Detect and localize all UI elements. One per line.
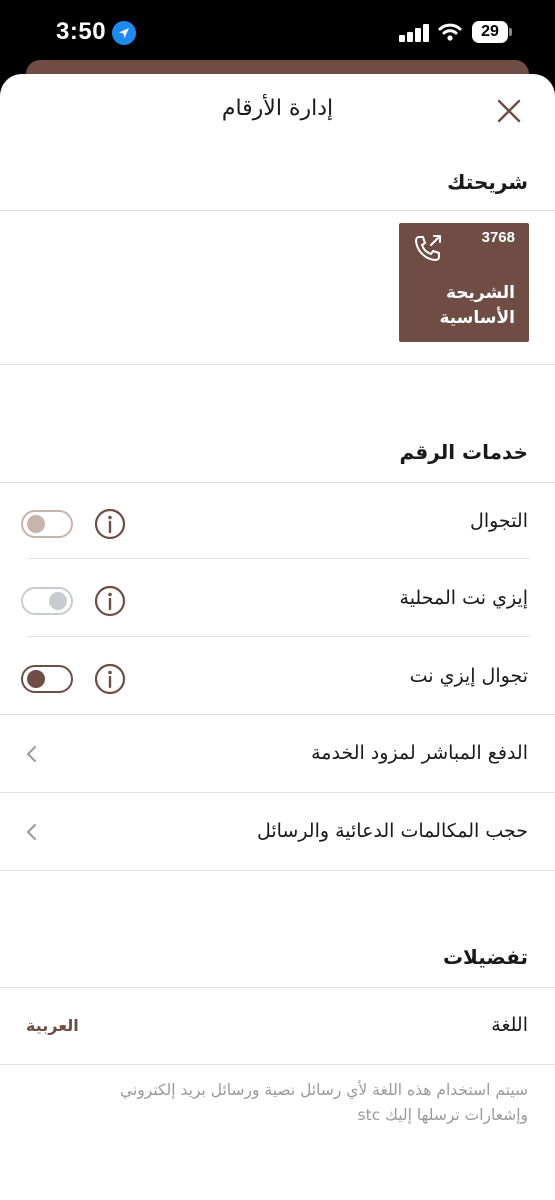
phone-forward-icon bbox=[415, 235, 441, 261]
roaming-label: التجوال bbox=[470, 510, 528, 532]
wifi-icon bbox=[438, 22, 462, 46]
battery-icon: 29 bbox=[472, 21, 512, 43]
divider bbox=[0, 1064, 555, 1065]
roaming-toggle[interactable] bbox=[21, 510, 73, 538]
info-icon[interactable] bbox=[94, 663, 126, 695]
language-label[interactable]: اللغة bbox=[491, 1014, 528, 1036]
close-button[interactable] bbox=[494, 96, 524, 126]
preferences-section-title: تفضيلات bbox=[442, 945, 528, 969]
battery-level: 29 bbox=[472, 21, 508, 43]
chevron-left-icon[interactable] bbox=[24, 822, 38, 842]
easynet-roaming-label: تجوال إيزي نت bbox=[409, 665, 528, 687]
cellular-signal-icon bbox=[399, 24, 431, 42]
services-section-title: خدمات الرقم bbox=[399, 440, 528, 464]
direct-billing-label[interactable]: الدفع المباشر لمزود الخدمة bbox=[311, 742, 528, 764]
divider bbox=[27, 558, 530, 559]
info-icon[interactable] bbox=[94, 508, 126, 540]
sim-label: الشريحة الأساسية bbox=[439, 283, 515, 328]
language-note: سيتم استخدام هذه اللغة لأي رسائل نصية ور… bbox=[120, 1081, 528, 1124]
divider bbox=[0, 987, 555, 988]
divider bbox=[0, 870, 555, 871]
info-icon[interactable] bbox=[94, 585, 126, 617]
manage-numbers-sheet: إدارة الأرقام شريحتك 3768 الشريحة الأساس… bbox=[0, 74, 555, 1200]
easynet-local-toggle[interactable] bbox=[21, 587, 73, 615]
location-arrow-icon bbox=[112, 21, 136, 45]
easynet-roaming-toggle[interactable] bbox=[21, 665, 73, 693]
divider bbox=[0, 792, 555, 793]
divider bbox=[0, 714, 555, 715]
status-time: 3:50 bbox=[56, 18, 107, 45]
divider bbox=[0, 482, 555, 483]
close-icon bbox=[497, 99, 521, 123]
divider bbox=[0, 210, 555, 211]
easynet-local-label: إيزي نت المحلية bbox=[399, 587, 528, 609]
sim-number: 3768 bbox=[481, 229, 515, 246]
divider bbox=[0, 364, 555, 365]
sim-section-title: شريحتك bbox=[447, 170, 528, 194]
divider bbox=[27, 636, 530, 637]
sheet-title: إدارة الأرقام bbox=[221, 96, 334, 121]
sim-card[interactable]: 3768 الشريحة الأساسية bbox=[399, 223, 529, 342]
language-value[interactable]: العربية bbox=[26, 1016, 79, 1035]
chevron-left-icon[interactable] bbox=[24, 744, 38, 764]
block-spam-label[interactable]: حجب المكالمات الدعائية والرسائل bbox=[257, 820, 528, 842]
